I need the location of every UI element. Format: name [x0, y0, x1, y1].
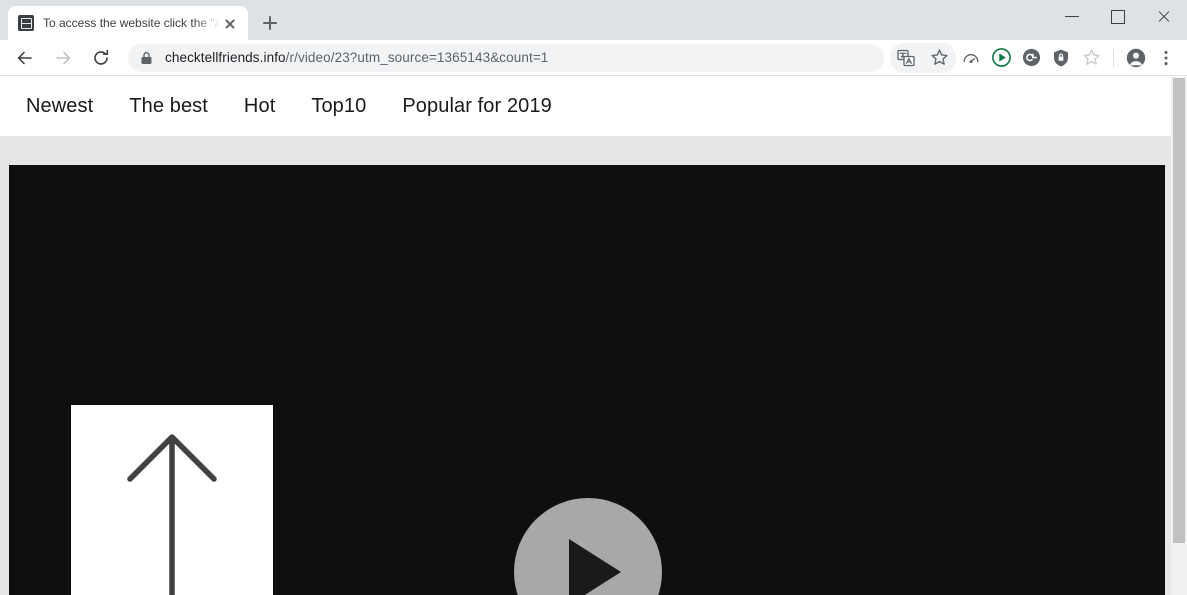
tab-strip: To access the website click the "A — [0, 0, 1187, 40]
web-page: Newest The best Hot Top10 Popular for 20… — [0, 77, 1171, 595]
page-scrollbar[interactable] — [1171, 77, 1187, 595]
nav-item-popular-for-2019[interactable]: Popular for 2019 — [384, 95, 569, 118]
extension-star-icon[interactable] — [1076, 43, 1106, 73]
extension-shield-icon[interactable] — [1046, 43, 1076, 73]
new-tab-button[interactable] — [256, 9, 284, 37]
forward-button[interactable] — [48, 43, 78, 73]
browser-toolbar: checktellfriends.info/r/video/23?utm_sou… — [0, 40, 1187, 76]
chrome-menu-icon[interactable] — [1151, 43, 1181, 73]
play-triangle-icon — [569, 539, 621, 595]
bookmark-star-icon[interactable] — [922, 42, 956, 73]
url-text: checktellfriends.info/r/video/23?utm_sou… — [165, 50, 548, 65]
toolbar-icons — [890, 42, 1181, 73]
allow-notification-card: Click the "Allow" button to play video — [71, 405, 273, 595]
toolbar-divider — [1113, 48, 1114, 67]
tab-title: To access the website click the "A — [43, 16, 220, 30]
browser-tab[interactable]: To access the website click the "A — [8, 6, 248, 40]
nav-item-the-best[interactable]: The best — [111, 95, 226, 118]
up-arrow-icon — [120, 429, 224, 595]
translate-icon[interactable] — [890, 42, 922, 73]
extension-arc-icon[interactable] — [956, 43, 986, 73]
extension-circle-arrow-icon[interactable] — [1016, 43, 1046, 73]
minimize-window-button[interactable] — [1049, 0, 1095, 32]
close-window-button[interactable] — [1141, 0, 1187, 32]
back-button[interactable] — [10, 43, 40, 73]
nav-item-top10[interactable]: Top10 — [293, 95, 384, 118]
nav-item-newest[interactable]: Newest — [8, 95, 111, 118]
reload-button[interactable] — [86, 43, 116, 73]
scrollbar-thumb[interactable] — [1173, 78, 1185, 543]
page-viewport: Newest The best Hot Top10 Popular for 20… — [0, 77, 1187, 595]
window-controls — [1049, 0, 1187, 32]
maximize-window-button[interactable] — [1095, 0, 1141, 32]
profile-avatar-icon[interactable] — [1121, 43, 1151, 73]
url-host: checktellfriends.info — [165, 50, 286, 65]
extension-play-icon[interactable] — [986, 43, 1016, 73]
address-bar[interactable]: checktellfriends.info/r/video/23?utm_sou… — [128, 43, 884, 72]
server-rack-icon — [18, 15, 34, 31]
site-navigation: Newest The best Hot Top10 Popular for 20… — [0, 77, 1171, 136]
browser-window: To access the website click the "A check… — [0, 0, 1187, 595]
nav-item-hot[interactable]: Hot — [226, 95, 293, 118]
close-icon[interactable] — [220, 13, 240, 33]
lock-icon[interactable] — [140, 51, 154, 65]
url-path: /r/video/23?utm_source=1365143&count=1 — [285, 50, 549, 65]
